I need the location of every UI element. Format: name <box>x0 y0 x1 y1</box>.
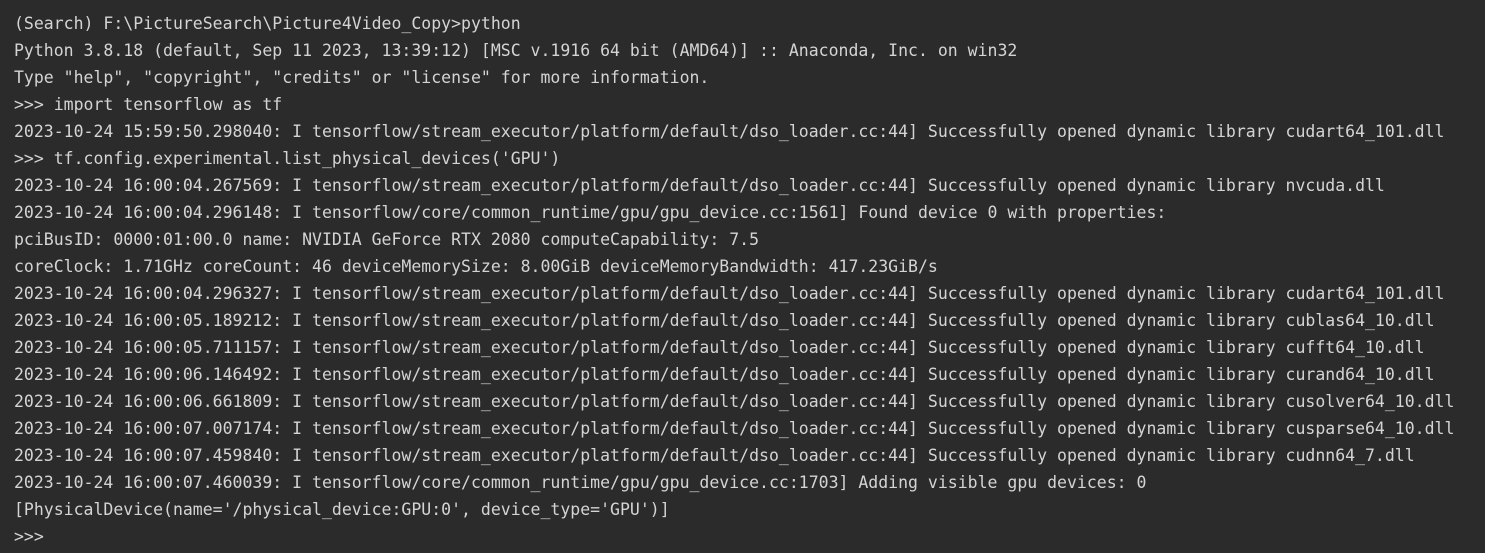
console-line: >>> tf.config.experimental.list_physical… <box>14 149 561 168</box>
console-line: >>> import tensorflow as tf <box>14 95 283 114</box>
console-line: coreClock: 1.71GHz coreCount: 46 deviceM… <box>14 257 938 276</box>
console-line: 2023-10-24 16:00:04.267569: I tensorflow… <box>14 176 1385 195</box>
input-prompt-line[interactable]: >>> <box>14 523 1485 550</box>
console-line: [PhysicalDevice(name='/physical_device:G… <box>14 500 670 519</box>
console-line: (Search) F:\PictureSearch\Picture4Video_… <box>14 14 521 33</box>
console-line: 2023-10-24 16:00:04.296148: I tensorflow… <box>14 203 1167 222</box>
terminal-console[interactable]: (Search) F:\PictureSearch\Picture4Video_… <box>0 0 1485 553</box>
console-line: 2023-10-24 16:00:07.007174: I tensorflow… <box>14 419 1455 438</box>
console-line: 2023-10-24 16:00:06.661809: I tensorflow… <box>14 392 1455 411</box>
console-line: Type "help", "copyright", "credits" or "… <box>14 68 710 87</box>
console-line: 2023-10-24 15:59:50.298040: I tensorflow… <box>14 122 1445 141</box>
console-line: Python 3.8.18 (default, Sep 11 2023, 13:… <box>14 41 1018 60</box>
input-prompt: >>> <box>14 527 44 546</box>
console-line: 2023-10-24 16:00:04.296327: I tensorflow… <box>14 284 1445 303</box>
console-line: 2023-10-24 16:00:05.711157: I tensorflow… <box>14 338 1425 357</box>
console-line: 2023-10-24 16:00:07.459840: I tensorflow… <box>14 446 1415 465</box>
console-line: 2023-10-24 16:00:07.460039: I tensorflow… <box>14 473 1147 492</box>
console-line: 2023-10-24 16:00:05.189212: I tensorflow… <box>14 311 1435 330</box>
console-line: 2023-10-24 16:00:06.146492: I tensorflow… <box>14 365 1435 384</box>
input-cursor[interactable] <box>44 523 52 550</box>
console-line: pciBusID: 0000:01:00.0 name: NVIDIA GeFo… <box>14 230 760 249</box>
